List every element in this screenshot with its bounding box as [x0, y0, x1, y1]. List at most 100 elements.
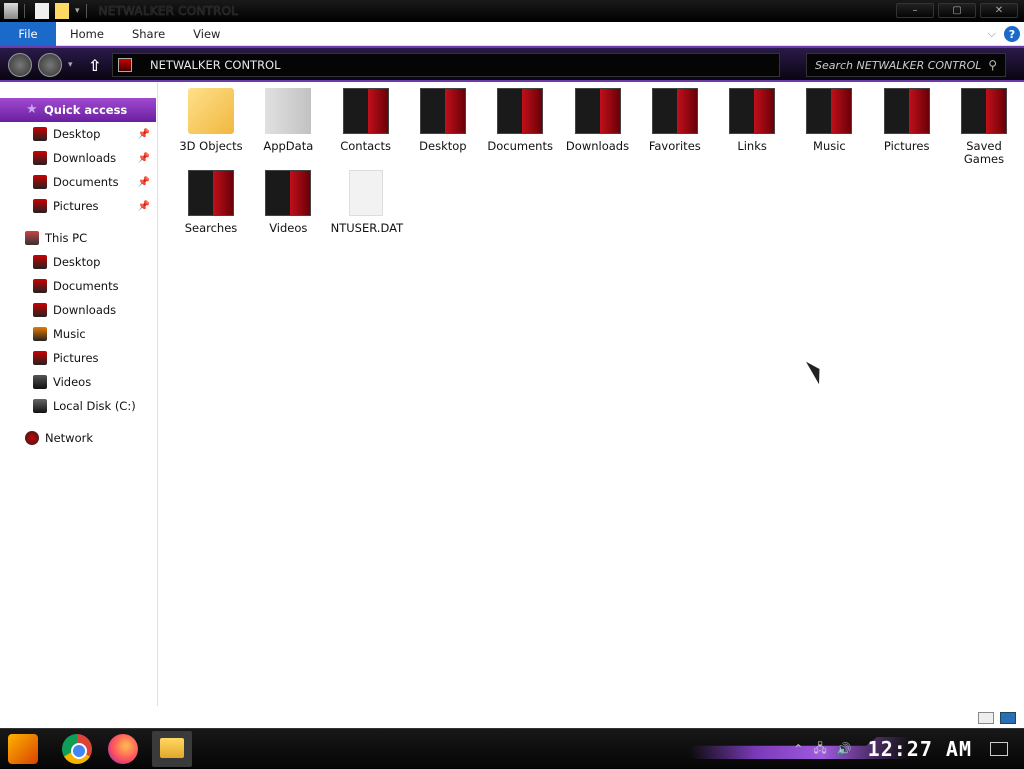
tab-view[interactable]: View	[179, 22, 234, 46]
sidebar-item-desktop[interactable]: Desktop 📌	[0, 123, 156, 145]
taskbar: ⌃ 🖧 🔊 12:27 AM	[0, 728, 1024, 768]
search-input[interactable]: Search NETWALKER CONTROL ⚲	[806, 53, 1006, 77]
sidebar-item-label: Documents	[53, 175, 119, 189]
sidebar-item-label: This PC	[45, 231, 88, 245]
sidebar-item-local-disk[interactable]: Local Disk (C:)	[0, 395, 156, 417]
maximize-button[interactable]: ▢	[938, 3, 976, 18]
window-controls: – ▢ ✕	[896, 3, 1018, 18]
title-bar: ▾ NETWALKER CONTROL – ▢ ✕	[0, 0, 1024, 22]
file-item[interactable]: AppData	[253, 88, 323, 153]
file-explorer-icon[interactable]	[152, 731, 192, 767]
pin-icon: 📌	[137, 200, 150, 212]
file-item[interactable]: Downloads	[563, 88, 633, 153]
network-tray-icon[interactable]: 🖧	[813, 739, 826, 760]
file-item[interactable]: Music	[794, 88, 864, 153]
sidebar-item-quick-access[interactable]: ★ Quick access	[0, 98, 156, 122]
sidebar-item-pc-music[interactable]: Music	[0, 323, 156, 345]
expand-ribbon-icon[interactable]: ⌵	[988, 27, 996, 41]
3d-objects-folder-icon	[188, 88, 234, 134]
appdata-folder-icon	[265, 88, 312, 134]
file-item[interactable]: NTUSER.DAT	[330, 170, 404, 235]
start-icon[interactable]	[8, 734, 38, 764]
file-item[interactable]: Contacts	[331, 88, 401, 153]
documents-folder-icon	[497, 88, 544, 134]
sidebar-item-pc-pictures[interactable]: Pictures	[0, 347, 156, 369]
back-button[interactable]	[8, 53, 32, 77]
tab-share[interactable]: Share	[118, 22, 179, 46]
file-label: Searches	[184, 221, 238, 235]
qa-separator	[24, 4, 25, 18]
sidebar-item-label: Quick access	[44, 103, 128, 117]
pin-icon: 📌	[137, 152, 150, 164]
properties-icon[interactable]	[35, 3, 49, 19]
close-button[interactable]: ✕	[980, 3, 1018, 18]
star-icon: ★	[26, 102, 38, 117]
customize-qa-icon[interactable]: ▾	[75, 6, 80, 16]
file-label: 3D Objects	[179, 139, 243, 153]
videos-folder-icon	[265, 170, 312, 216]
details-view-button[interactable]	[978, 712, 994, 724]
documents-icon	[33, 279, 47, 293]
favorites-folder-icon	[651, 88, 698, 134]
notifications-icon[interactable]	[990, 742, 1008, 756]
navigation-pane: ★ Quick access Desktop 📌 Downloads 📌 Doc…	[0, 82, 158, 706]
sidebar-item-documents[interactable]: Documents 📌	[0, 171, 156, 193]
file-label: Downloads	[565, 139, 630, 153]
file-item[interactable]: Searches	[176, 170, 246, 235]
sidebar-item-label: Pictures	[53, 351, 99, 365]
file-label: Videos	[269, 221, 308, 235]
sidebar-item-downloads[interactable]: Downloads 📌	[0, 147, 156, 169]
sidebar-item-pictures[interactable]: Pictures 📌	[0, 195, 156, 217]
up-button[interactable]: ⇧	[88, 56, 101, 75]
forward-button[interactable]	[38, 53, 62, 77]
file-item[interactable]: Videos	[253, 170, 323, 235]
firefox-icon[interactable]	[108, 734, 138, 764]
file-label: Desktop	[419, 139, 467, 153]
tab-home[interactable]: Home	[56, 22, 118, 46]
file-label: Pictures	[883, 139, 930, 153]
file-item[interactable]: Saved Games	[949, 88, 1019, 166]
address-bar[interactable]: NETWALKER CONTROL	[112, 53, 780, 77]
sidebar-item-label: Downloads	[53, 151, 117, 165]
sidebar-item-label: Documents	[53, 279, 119, 293]
file-item[interactable]: Documents	[485, 88, 555, 153]
documents-icon	[33, 175, 47, 189]
file-item[interactable]: Pictures	[872, 88, 942, 153]
pin-icon: 📌	[137, 176, 150, 188]
large-icons-view-button[interactable]	[1000, 712, 1016, 724]
sidebar-item-pc-desktop[interactable]: Desktop	[0, 251, 156, 273]
tab-file[interactable]: File	[0, 21, 56, 46]
desktop-icon	[33, 127, 47, 141]
sidebar-item-label: Music	[53, 327, 86, 341]
new-folder-icon[interactable]	[55, 3, 69, 19]
recent-locations-icon[interactable]: ▾	[68, 60, 73, 70]
file-label: NTUSER.DAT	[330, 221, 404, 235]
chrome-icon[interactable]	[62, 734, 92, 764]
sidebar-item-label: Desktop	[53, 255, 101, 269]
file-item[interactable]: Desktop	[408, 88, 478, 153]
clock[interactable]: 12:27 AM	[868, 737, 972, 761]
file-label: Music	[813, 139, 846, 153]
file-item[interactable]: Links	[717, 88, 787, 153]
sidebar-item-label: Videos	[53, 375, 92, 389]
sidebar-item-network[interactable]: Network	[0, 427, 156, 449]
show-hidden-icons-icon[interactable]: ⌃	[793, 742, 803, 756]
location-icon	[118, 58, 132, 72]
pictures-folder-icon	[883, 88, 930, 134]
pin-icon: 📌	[137, 128, 150, 140]
file-item[interactable]: Favorites	[640, 88, 710, 153]
sidebar-item-pc-downloads[interactable]: Downloads	[0, 299, 156, 321]
minimize-button[interactable]: –	[896, 3, 934, 18]
search-placeholder: Search NETWALKER CONTROL	[815, 58, 982, 72]
search-icon: ⚲	[988, 58, 997, 72]
desktop-icon	[33, 255, 47, 269]
volume-icon[interactable]: 🔊	[837, 742, 852, 756]
videos-icon	[33, 375, 47, 389]
sidebar-item-pc-videos[interactable]: Videos	[0, 371, 156, 393]
sidebar-item-pc-documents[interactable]: Documents	[0, 275, 156, 297]
desktop-folder-icon	[419, 88, 466, 134]
help-icon[interactable]: ?	[1004, 26, 1020, 42]
file-item[interactable]: 3D Objects	[176, 88, 246, 153]
sidebar-item-this-pc[interactable]: This PC	[0, 227, 156, 249]
file-label: Favorites	[648, 139, 701, 153]
